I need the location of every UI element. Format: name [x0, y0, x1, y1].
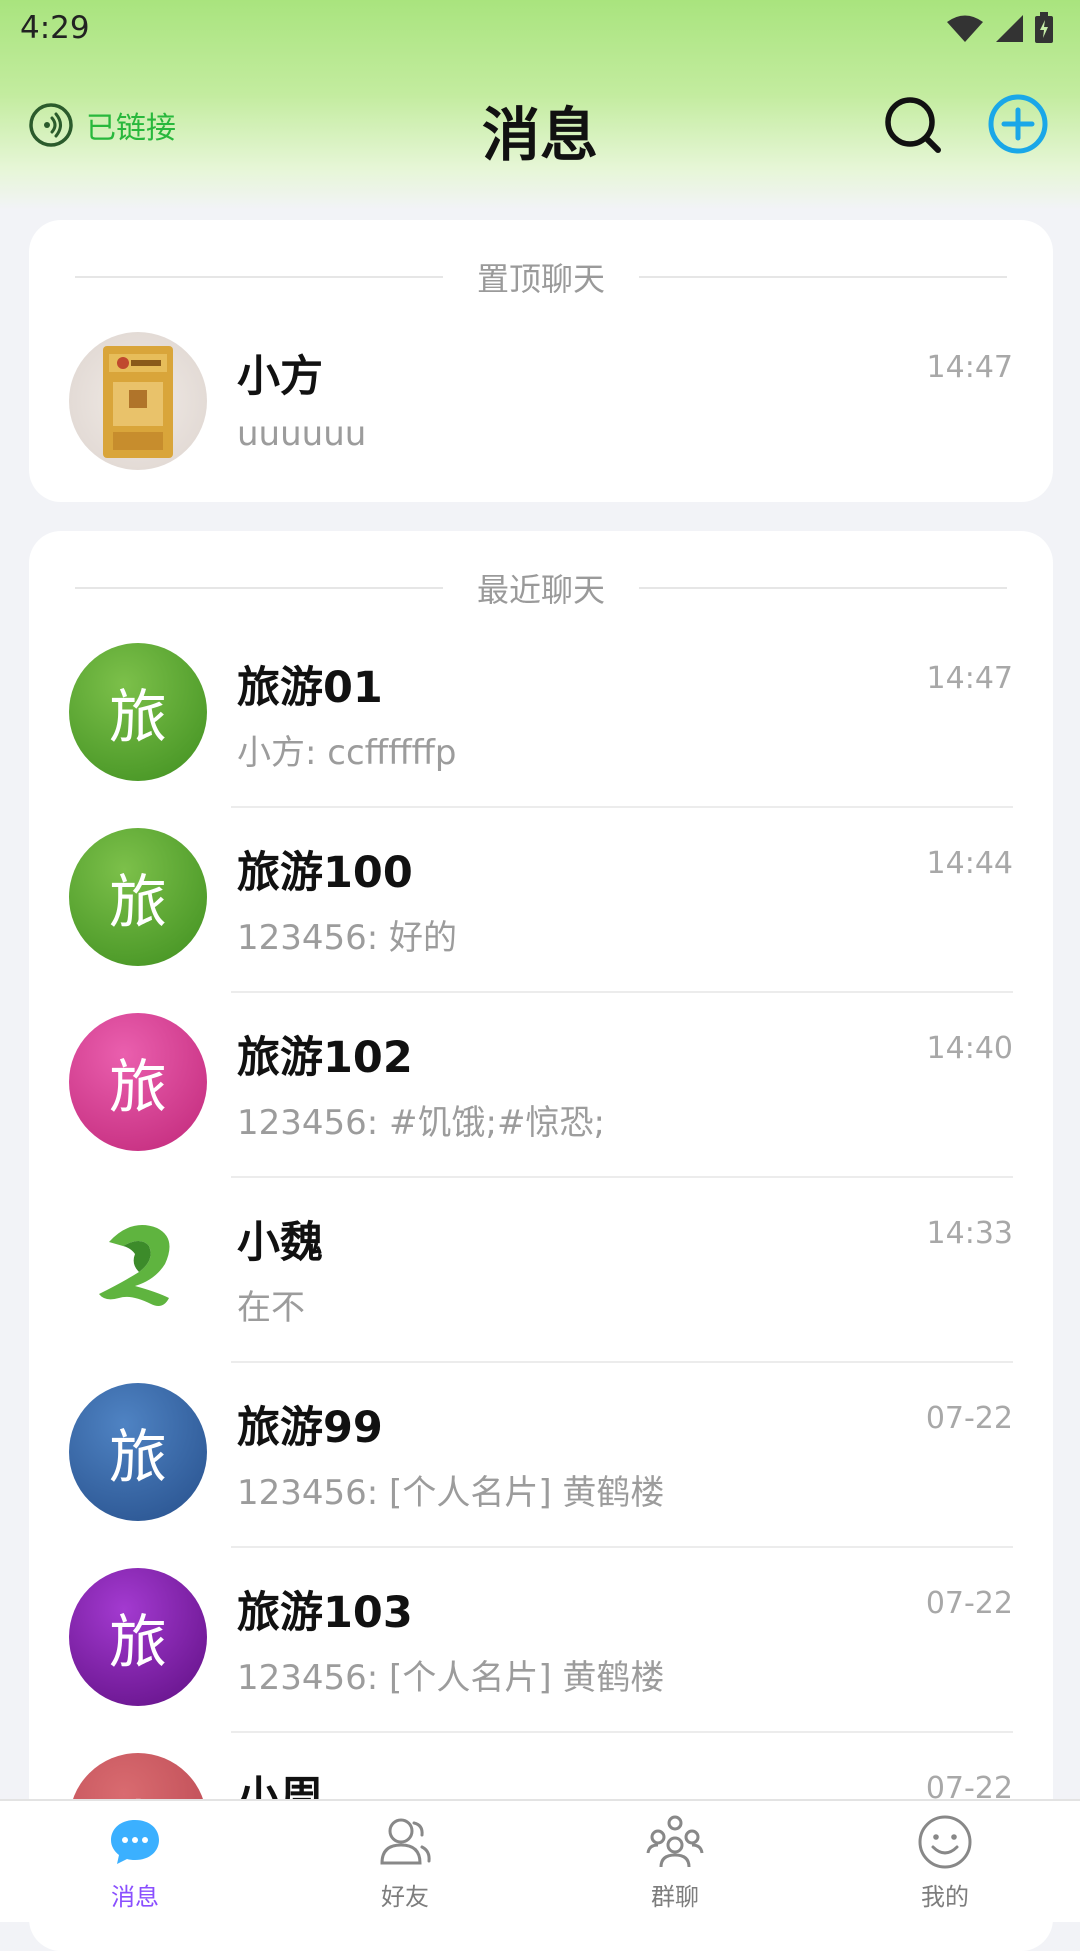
friends-icon — [380, 1818, 431, 1865]
chat-item[interactable]: 旅 旅游103 07-22 123456: [个人名片] 黄鹤楼 — [29, 1548, 1053, 1733]
chat-name: 旅游01 — [237, 663, 383, 713]
search-icon — [885, 97, 941, 153]
chat-preview: 123456: 好的 — [237, 918, 458, 958]
chat-name: 旅游99 — [237, 1403, 383, 1453]
nav-label: 我的 — [921, 1883, 969, 1911]
chat-preview: 在不 — [237, 1288, 305, 1328]
avatar: 旅 — [69, 1568, 207, 1706]
chat-item[interactable]: 旅 旅游100 14:44 123456: 好的 — [29, 808, 1053, 993]
chat-item[interactable]: 旅 旅游01 14:47 小方: ccffffffp — [29, 623, 1053, 808]
nav-tab-group-chat[interactable]: 群聊 — [540, 1801, 810, 1922]
avatar — [69, 332, 207, 470]
add-circle-icon — [988, 94, 1048, 154]
chat-time: 14:44 — [926, 846, 1013, 881]
chat-item[interactable]: 小魏 14:33 在不 — [29, 1178, 1053, 1363]
chat-preview: 123456: [个人名片] 黄鹤楼 — [237, 1658, 665, 1698]
nav-tab-profile[interactable]: 我的 — [810, 1801, 1080, 1922]
recent-chats-card: 最近聊天 旅 旅游01 14:47 小方: ccffffffp 旅 旅游100 … — [29, 531, 1053, 1951]
wifi-icon — [947, 15, 983, 42]
pinned-section-header: 置顶聊天 — [29, 220, 1053, 326]
avatar — [69, 1198, 207, 1336]
nav-label: 群聊 — [651, 1883, 699, 1911]
chat-preview: 123456: #饥饿;#惊恐; — [237, 1103, 605, 1143]
pinned-chat-item[interactable]: 小方 14:47 uuuuuu — [29, 312, 1053, 497]
bottom-navigation: 消息 好友 群聊 我的 — [0, 1799, 1080, 1922]
green-ribbon-logo-icon — [99, 1225, 170, 1306]
chat-time: 14:40 — [926, 1031, 1013, 1066]
pinned-chats-card: 置顶聊天 小方 14:47 uuuuuu — [29, 220, 1053, 502]
status-bar: 4:29 — [0, 0, 1080, 56]
divider — [639, 587, 1007, 589]
search-button[interactable] — [882, 92, 946, 156]
chat-name: 旅游102 — [237, 1033, 413, 1083]
chat-name: 旅游100 — [237, 848, 413, 898]
divider — [639, 276, 1007, 278]
group-chat-icon — [646, 1815, 704, 1868]
avatar: 旅 — [69, 1383, 207, 1521]
signal-icon — [996, 15, 1023, 42]
chat-name: 小魏 — [237, 1218, 323, 1268]
chat-item[interactable]: 旅 旅游99 07-22 123456: [个人名片] 黄鹤楼 — [29, 1363, 1053, 1548]
chat-preview: 小方: ccffffffp — [237, 733, 457, 773]
avatar: 旅 — [69, 828, 207, 966]
chat-item[interactable]: 旅 旅游102 14:40 123456: #饥饿;#惊恐; — [29, 993, 1053, 1178]
nav-label: 消息 — [111, 1883, 159, 1911]
chat-preview: 123456: [个人名片] 黄鹤楼 — [237, 1473, 665, 1513]
status-time: 4:29 — [20, 10, 90, 46]
message-icon — [111, 1820, 159, 1864]
cigarette-pack-photo — [103, 346, 173, 458]
battery-icon — [1035, 12, 1053, 43]
avatar: 旅 — [69, 1013, 207, 1151]
nav-label: 好友 — [381, 1883, 429, 1911]
profile-icon — [918, 1815, 972, 1869]
top-bar: 已链接 消息 — [0, 80, 1080, 170]
add-button[interactable] — [986, 92, 1050, 156]
chat-preview: uuuuuu — [237, 414, 367, 454]
chat-name: 小方 — [237, 352, 323, 402]
chat-time: 07-22 — [925, 1401, 1013, 1436]
recent-section-header: 最近聊天 — [29, 531, 1053, 637]
nav-tab-friends[interactable]: 好友 — [270, 1801, 540, 1922]
chat-time: 14:33 — [926, 1216, 1013, 1251]
chat-time: 14:47 — [926, 661, 1013, 696]
nav-tab-messages[interactable]: 消息 — [0, 1801, 270, 1922]
chat-time: 14:47 — [926, 350, 1013, 385]
chat-name: 旅游103 — [237, 1588, 413, 1638]
status-icons — [946, 12, 1054, 44]
avatar: 旅 — [69, 643, 207, 781]
chat-time: 07-22 — [925, 1586, 1013, 1621]
